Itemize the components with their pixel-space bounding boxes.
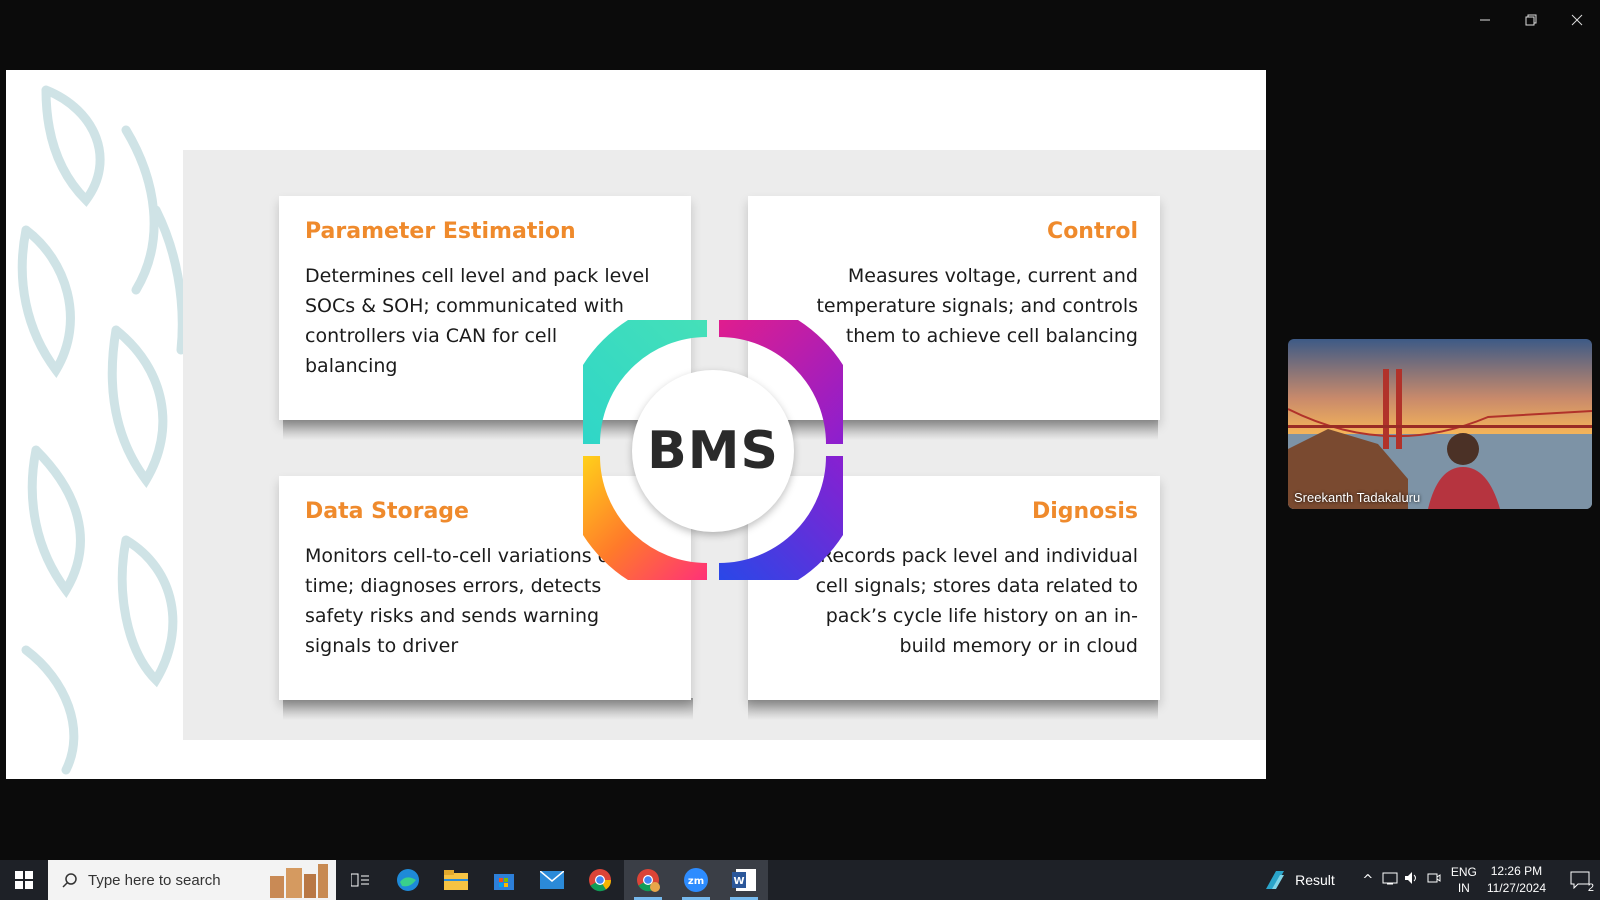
chrome-icon[interactable] bbox=[576, 860, 624, 900]
task-view-icon[interactable] bbox=[336, 860, 384, 900]
content-panel: Parameter Estimation Determines cell lev… bbox=[183, 150, 1266, 740]
search-icon bbox=[60, 872, 80, 888]
input-language-indicator[interactable]: ENG IN bbox=[1451, 864, 1477, 896]
participant-name: Sreekanth Tadakaluru bbox=[1294, 490, 1421, 505]
window-controls bbox=[1462, 0, 1600, 40]
meet-now-icon[interactable] bbox=[1423, 871, 1445, 889]
taskbar-clock[interactable]: 12:26 PM 11/27/2024 bbox=[1487, 863, 1546, 897]
shared-slide: Parameter Estimation Determines cell lev… bbox=[6, 70, 1266, 779]
restore-icon[interactable] bbox=[1508, 0, 1554, 40]
language-code: ENG bbox=[1450, 865, 1477, 879]
word-app-icon[interactable]: W bbox=[720, 860, 768, 900]
close-icon[interactable] bbox=[1554, 0, 1600, 40]
system-tray: Result ^ ENG IN 12:26 PM 11/27/2024 2 bbox=[1263, 860, 1600, 900]
notification-center-button[interactable]: 2 bbox=[1560, 860, 1600, 900]
weather-icon bbox=[1266, 871, 1285, 889]
file-explorer-icon[interactable] bbox=[432, 860, 480, 900]
notification-count: 2 bbox=[1587, 882, 1594, 894]
start-button[interactable] bbox=[0, 860, 48, 900]
leaf-pattern-decoration bbox=[17, 85, 187, 775]
clock-date: 11/27/2024 bbox=[1486, 881, 1546, 895]
search-placeholder: Type here to search bbox=[88, 871, 221, 889]
participant-video[interactable]: Sreekanth Tadakaluru bbox=[1288, 339, 1592, 509]
bms-center-label: BMS bbox=[632, 370, 794, 532]
windows-logo-icon bbox=[15, 871, 33, 889]
minimize-icon[interactable] bbox=[1462, 0, 1508, 40]
zoom-app-icon[interactable]: zm bbox=[672, 860, 720, 900]
taskbar-search-box[interactable]: Type here to search bbox=[48, 860, 336, 900]
card-title: Parameter Estimation bbox=[305, 219, 576, 244]
volume-icon[interactable] bbox=[1401, 871, 1423, 889]
taskbar: Type here to search zm W Result ^ ENG IN… bbox=[0, 860, 1600, 900]
svg-text:W: W bbox=[733, 876, 744, 887]
card-title: Control bbox=[1047, 219, 1138, 244]
weather-label: Result bbox=[1295, 872, 1335, 888]
clock-time: 12:26 PM bbox=[1490, 864, 1543, 878]
edge-browser-icon[interactable] bbox=[384, 860, 432, 900]
video-frame bbox=[1288, 339, 1592, 509]
mail-icon[interactable] bbox=[528, 860, 576, 900]
weather-widget[interactable]: Result bbox=[1263, 869, 1335, 891]
svg-text:zm: zm bbox=[688, 876, 704, 887]
chrome-profile-icon[interactable] bbox=[624, 860, 672, 900]
microsoft-store-icon[interactable] bbox=[480, 860, 528, 900]
region-code: IN bbox=[1457, 881, 1470, 895]
search-highlight-icon bbox=[270, 864, 328, 898]
show-hidden-icons-icon[interactable]: ^ bbox=[1357, 873, 1379, 888]
network-icon[interactable] bbox=[1379, 871, 1401, 889]
bms-text: BMS bbox=[647, 421, 779, 481]
